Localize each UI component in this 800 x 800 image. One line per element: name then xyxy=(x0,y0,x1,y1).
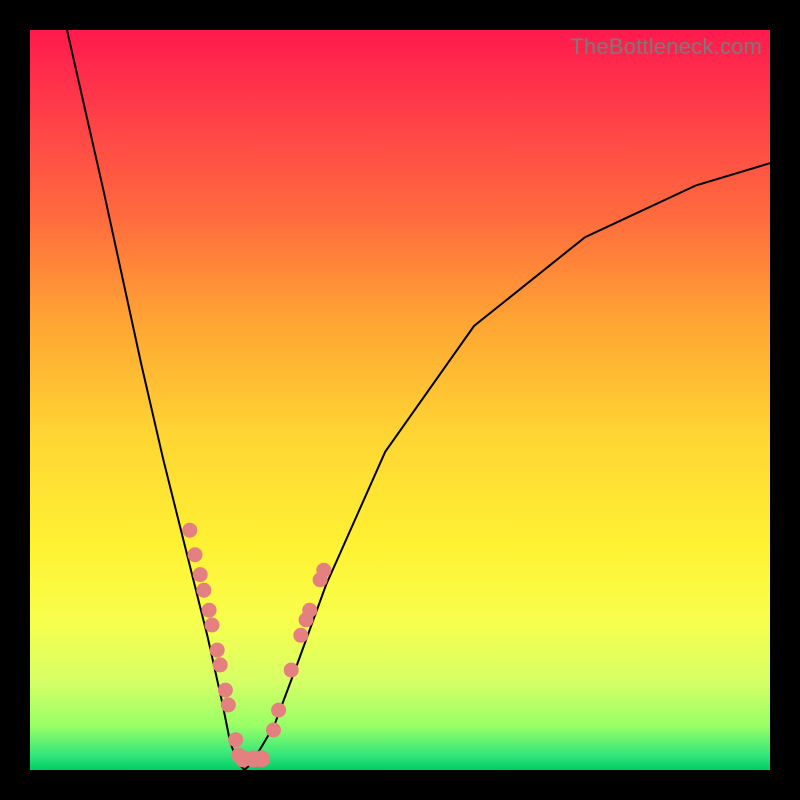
marker-dot xyxy=(193,568,207,582)
marker-dot xyxy=(221,698,235,712)
marker-dot xyxy=(317,563,331,577)
marker-dot xyxy=(205,618,219,632)
marker-dot xyxy=(218,683,232,697)
bottleneck-curve xyxy=(67,30,770,770)
marker-dot xyxy=(284,663,298,677)
marker-dot xyxy=(202,603,216,617)
marker-dot xyxy=(197,583,211,597)
marker-dot xyxy=(210,643,224,657)
marker-dot xyxy=(272,703,286,717)
marker-dot xyxy=(229,733,243,747)
marker-dot xyxy=(303,603,317,617)
marker-dot xyxy=(294,628,308,642)
marker-dot xyxy=(183,523,197,537)
marker-group xyxy=(183,523,331,767)
marker-dot xyxy=(254,751,270,767)
marker-dot xyxy=(188,548,202,562)
marker-dot xyxy=(213,658,227,672)
curve-svg xyxy=(30,30,770,770)
chart-plot-area: TheBottleneck.com xyxy=(30,30,770,770)
marker-dot xyxy=(267,723,281,737)
